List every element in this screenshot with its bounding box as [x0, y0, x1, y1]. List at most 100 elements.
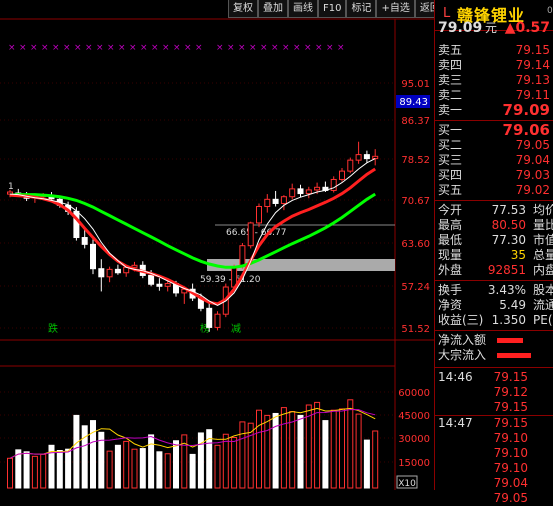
price-line: 79.09 元 ▲0.57 [435, 19, 553, 37]
volume-bar [156, 451, 163, 489]
overlay-button[interactable]: 叠加 [258, 0, 288, 18]
candle-body [90, 243, 96, 270]
volume-bar [106, 450, 113, 489]
fuquan-button[interactable]: 复权 [228, 0, 258, 18]
event-marker: × [227, 43, 235, 53]
price-unit: 元 [485, 21, 498, 35]
bid-row: 买四 79.03 [438, 168, 550, 182]
kline-chart[interactable]: 95.01 86.37 78.52 70.67 63.60 57.24 51.52 89.43… [0, 0, 434, 490]
add-watchlist-button[interactable]: +自选 [376, 0, 415, 18]
candle-body [239, 245, 246, 268]
stat-row: 现量 35 总量 [438, 248, 553, 262]
volume-bar [355, 413, 362, 489]
candle-body [347, 159, 354, 172]
candle-body [289, 188, 296, 198]
candle-body [264, 198, 271, 208]
event-marker: × [184, 43, 192, 53]
stats2-block: 换手3.43%股本 净资5.49流通 收益(三)1.350PE(动) [435, 280, 553, 328]
price-tick-label: 51.52 [401, 324, 430, 335]
price-tick-label: 57.24 [401, 282, 430, 293]
candle-body [156, 283, 163, 287]
volume-bar [81, 425, 88, 489]
stat-row: 最高 80.50 量比 [438, 218, 553, 232]
volume-bar [239, 421, 246, 489]
volume-bar [272, 412, 279, 489]
volume-bar [289, 411, 296, 489]
event-marker: × [216, 43, 224, 53]
candle-body [372, 155, 379, 160]
candle-body [355, 154, 362, 161]
chart-marker: 跌 [48, 322, 58, 335]
tick-row: 79.12 [493, 385, 528, 399]
event-marker: × [107, 43, 115, 53]
draw-line-button[interactable]: 画线 [288, 0, 318, 18]
candle-body [339, 170, 345, 180]
bid-book: 买一 79.06 买二 79.05 买三 79.04 买四 79.03 买五 79.02 [435, 120, 553, 198]
event-marker: × [195, 43, 203, 53]
volume-bar [23, 451, 30, 489]
volume-tick-label: 30000 [398, 434, 430, 445]
volume-bar [90, 420, 96, 489]
tick-row: 79.04 [493, 476, 528, 490]
stat-row: 换手 3.43% 股本 [438, 283, 553, 297]
tick-row: 79.05 [493, 491, 528, 505]
event-marker: × [326, 43, 334, 53]
bid-row: 买一 79.06 [438, 121, 550, 139]
flow-block: 净流入额 大宗流入 [435, 330, 553, 363]
chart-marker: 减 [231, 323, 241, 335]
price-tick-label: 86.37 [401, 116, 430, 127]
tick-row: 79.15 [493, 400, 528, 414]
volume-bar [148, 434, 155, 489]
candle-body [314, 186, 321, 191]
candle-body [131, 264, 138, 268]
volume-bar [305, 404, 312, 489]
event-marker: × [293, 43, 301, 53]
event-marker: × [118, 43, 126, 53]
stat-row: 今开 77.53 均价 [438, 203, 553, 217]
event-marker: × [140, 43, 148, 53]
bid-row: 买二 79.05 [438, 138, 550, 152]
volume-bar [314, 401, 321, 489]
event-marker: × [52, 43, 60, 53]
current-price-tag-label: 89.43 [399, 97, 428, 108]
volume-bar [363, 439, 370, 489]
volume-bar [164, 453, 171, 489]
volume-bar [256, 409, 262, 489]
event-marker: × [19, 43, 27, 53]
volume-bar [15, 449, 22, 489]
ask-row: 卖四 79.14 [438, 58, 550, 72]
quote-panel: L 赣锋锂业 00 79.09 元 ▲0.57 卖五79.15 卖四79.14 … [434, 0, 553, 505]
bid-row: 买五 79.02 [438, 183, 550, 197]
volume-bar [40, 453, 47, 489]
mark-button[interactable]: 标记 [346, 0, 377, 18]
candle-body [280, 196, 287, 204]
volume-bar [189, 453, 196, 489]
bid-row: 买三 79.04 [438, 153, 550, 167]
left-label: 1 [8, 182, 14, 192]
volume-bar [214, 444, 221, 489]
f10-button[interactable]: F10 [318, 0, 347, 18]
event-marker: × [8, 43, 16, 53]
tick-row: 14:47 79.15 [435, 415, 553, 431]
event-marker: × [173, 43, 181, 53]
volume-bar [114, 444, 121, 489]
event-marker: × [260, 43, 268, 53]
volume-bar [56, 450, 63, 489]
volume-bar [264, 414, 271, 489]
tick-row: 79.10 [493, 431, 528, 445]
volume-bar [65, 448, 72, 489]
candle-body [247, 222, 254, 247]
range-label-lower: 59.39 - 61.20 [200, 275, 261, 285]
volume-bar [123, 440, 130, 489]
ask-row: 卖五 79.15 [438, 43, 550, 57]
event-marker: × [315, 43, 323, 53]
price-tick-label: 95.01 [401, 79, 430, 90]
flow-row: 大宗流入 [435, 348, 553, 363]
volume-bar [280, 407, 287, 489]
price-tick-label: 63.60 [401, 239, 430, 250]
volume-bar [31, 455, 38, 489]
event-marker: × [63, 43, 71, 53]
candle-body [214, 313, 221, 328]
ask-row: 卖一 79.09 [438, 101, 550, 119]
event-marker: × [271, 43, 279, 53]
